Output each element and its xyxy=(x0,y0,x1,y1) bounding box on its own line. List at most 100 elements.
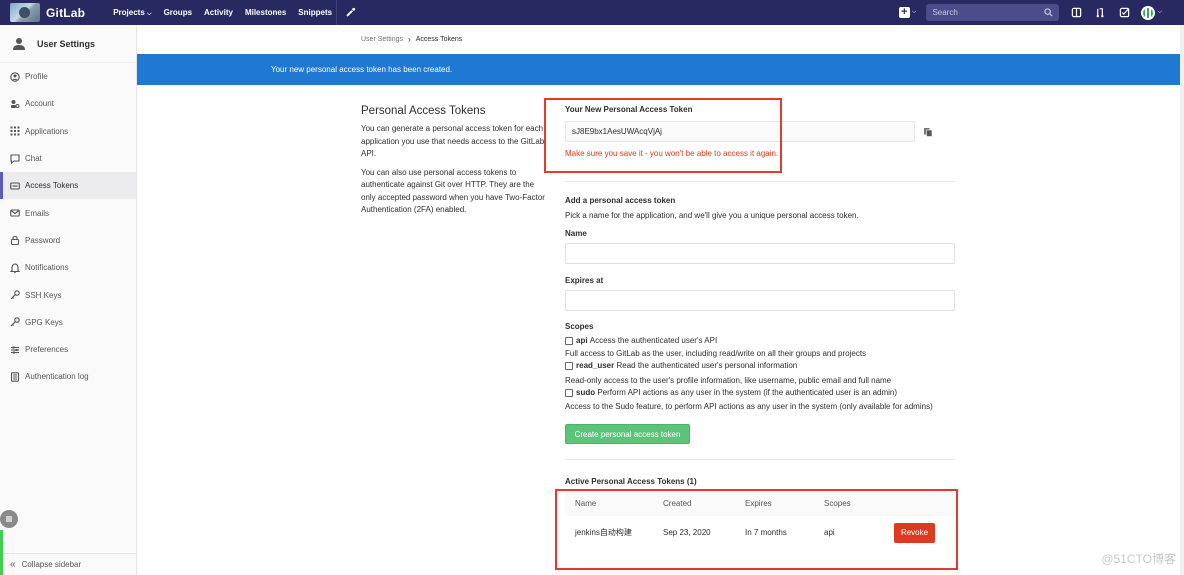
scope-description: Full access to GitLab as the user, inclu… xyxy=(565,349,867,358)
add-token-form: Add a personal access token Pick a name … xyxy=(565,196,956,444)
notifications-icon xyxy=(10,263,20,273)
intro-paragraph-1: You can generate a personal access token… xyxy=(361,124,545,158)
gitlab-logo xyxy=(10,3,40,22)
todos-sidebar-icon[interactable] xyxy=(1069,6,1083,20)
chat-icon xyxy=(10,153,20,164)
top-navbar: GitLab Projects ⌵ Groups Activity Milest… xyxy=(0,0,1184,25)
sidebar-item-account[interactable]: Account xyxy=(0,90,136,117)
feedback-widget-icon[interactable] xyxy=(0,510,18,528)
todo-check-icon[interactable] xyxy=(1117,6,1131,20)
scope-name: api xyxy=(576,336,588,345)
sidebar-item-label: Applications xyxy=(25,126,69,136)
sidebar-item-label: Access Tokens xyxy=(25,181,79,191)
sidebar-item-label: SSH Keys xyxy=(25,290,62,300)
scope-name: sudo xyxy=(576,388,596,397)
sidebar-item-label: Notifications xyxy=(25,263,69,273)
chevron-down-icon: ⌵ xyxy=(147,10,152,17)
scope-api-checkbox[interactable] xyxy=(565,336,573,345)
side-strip xyxy=(0,530,3,575)
sidebar-item-chat[interactable]: Chat xyxy=(0,145,136,172)
ssh-keys-icon xyxy=(10,290,20,300)
avatar xyxy=(1141,5,1156,20)
chevron-down-icon: ⌵ xyxy=(911,9,917,15)
scope-description: Read-only access to the user's profile i… xyxy=(565,376,892,385)
nav-groups[interactable]: Groups xyxy=(164,8,192,17)
search-input[interactable]: Search xyxy=(926,4,1060,21)
sidebar-header[interactable]: User Settings xyxy=(0,25,136,63)
scope-sudo: sudo Perform API actions as any user in … xyxy=(565,388,956,397)
scope-sudo-checkbox[interactable] xyxy=(565,388,573,397)
column-header: Scopes xyxy=(824,499,851,508)
create-token-button[interactable]: Create personal access token xyxy=(565,424,690,444)
token-scopes: api xyxy=(824,528,835,537)
new-token-label: Your New Personal Access Token xyxy=(565,105,693,114)
nav-milestones[interactable]: Milestones xyxy=(245,8,286,17)
sidebar-item-password[interactable]: Password xyxy=(0,227,136,254)
column-header: Created xyxy=(663,499,692,508)
token-expires: In 7 months xyxy=(745,528,787,537)
sidebar-item-applications[interactable]: Applications xyxy=(0,118,136,145)
sidebar-item-authentication-log[interactable]: Authentication log xyxy=(0,363,136,390)
column-header: Expires xyxy=(745,499,772,508)
nav-activity[interactable]: Activity xyxy=(204,8,233,17)
plus-icon: + xyxy=(898,7,910,18)
breadcrumb-parent[interactable]: User Settings xyxy=(361,36,403,43)
sidebar-item-gpg-keys[interactable]: GPG Keys xyxy=(0,309,136,336)
chevron-right-icon: › xyxy=(408,35,411,44)
chevron-down-icon: ⌵ xyxy=(1157,9,1162,15)
sidebar-item-label: Chat xyxy=(25,154,42,164)
collapse-sidebar-button[interactable]: « Collapse sidebar xyxy=(0,553,136,575)
sidebar-item-profile[interactable]: Profile xyxy=(0,63,136,90)
admin-wrench-icon[interactable] xyxy=(343,6,357,20)
page-title: Personal Access Tokens xyxy=(361,105,486,117)
scope-read-user-checkbox[interactable] xyxy=(565,361,573,370)
scope-summary: Access the authenticated user's API xyxy=(589,336,718,345)
sidebar-title: User Settings xyxy=(37,38,96,49)
nav-divider xyxy=(336,0,338,25)
revoke-button[interactable]: Revoke xyxy=(894,522,935,543)
column-header: Name xyxy=(575,499,597,508)
table-header: Name Created Expires Scopes xyxy=(565,491,955,516)
breadcrumb: User Settings › Access Tokens xyxy=(361,35,462,44)
sidebar-item-preferences[interactable]: Preferences xyxy=(0,336,136,363)
search-icon xyxy=(1044,8,1053,17)
sidebar-item-label: GPG Keys xyxy=(25,317,63,327)
divider xyxy=(565,181,955,182)
authentication-log-icon xyxy=(10,372,20,382)
nav-snippets[interactable]: Snippets xyxy=(298,8,332,17)
page-scrollbar[interactable] xyxy=(1180,25,1184,575)
expires-label: Expires at xyxy=(565,276,604,285)
emails-icon xyxy=(10,209,20,217)
nav-right: + ⌵ Search ⌵ xyxy=(898,0,1162,25)
gpg-keys-icon xyxy=(10,317,20,327)
sidebar-nav: Profile Account Applications Chat Access… xyxy=(0,63,136,391)
profile-icon xyxy=(10,71,20,82)
token-form-section: Your New Personal Access Token sJ8E9bx1A… xyxy=(565,105,956,549)
active-tokens-section: Active Personal Access Tokens (1) Name C… xyxy=(565,477,956,549)
new-token-value: sJ8E9bx1AesUWAcqVjAj xyxy=(572,127,662,136)
preferences-icon xyxy=(11,346,19,354)
user-menu[interactable]: ⌵ xyxy=(1141,5,1162,20)
sidebar-item-emails[interactable]: Emails xyxy=(0,199,136,226)
name-input[interactable] xyxy=(565,243,955,264)
new-token-field[interactable]: sJ8E9bx1AesUWAcqVjAj xyxy=(565,121,915,142)
sidebar-item-notifications[interactable]: Notifications xyxy=(0,254,136,281)
gitlab-home-link[interactable]: GitLab xyxy=(0,0,113,25)
breadcrumb-current[interactable]: Access Tokens xyxy=(416,36,463,43)
sidebar-item-label: Password xyxy=(25,235,61,245)
intro-paragraph-2: You can also use personal access tokens … xyxy=(361,167,545,215)
nav-projects[interactable]: Projects ⌵ xyxy=(113,8,151,18)
sidebar-item-label: Profile xyxy=(25,72,48,82)
applications-icon xyxy=(10,126,20,136)
name-label: Name xyxy=(565,229,587,238)
merge-request-icon[interactable] xyxy=(1093,6,1107,20)
main-content: User Settings › Access Tokens Your new p… xyxy=(137,25,1184,575)
sidebar-item-access-tokens[interactable]: Access Tokens xyxy=(0,172,136,200)
divider xyxy=(565,459,955,460)
scope-name: read_user xyxy=(576,361,615,370)
active-tokens-heading: Active Personal Access Tokens (1) xyxy=(565,477,697,486)
sidebar-item-ssh-keys[interactable]: SSH Keys xyxy=(0,281,136,308)
copy-icon[interactable] xyxy=(923,127,933,139)
new-dropdown[interactable]: + ⌵ xyxy=(898,7,917,18)
expires-at-input[interactable] xyxy=(565,290,955,311)
